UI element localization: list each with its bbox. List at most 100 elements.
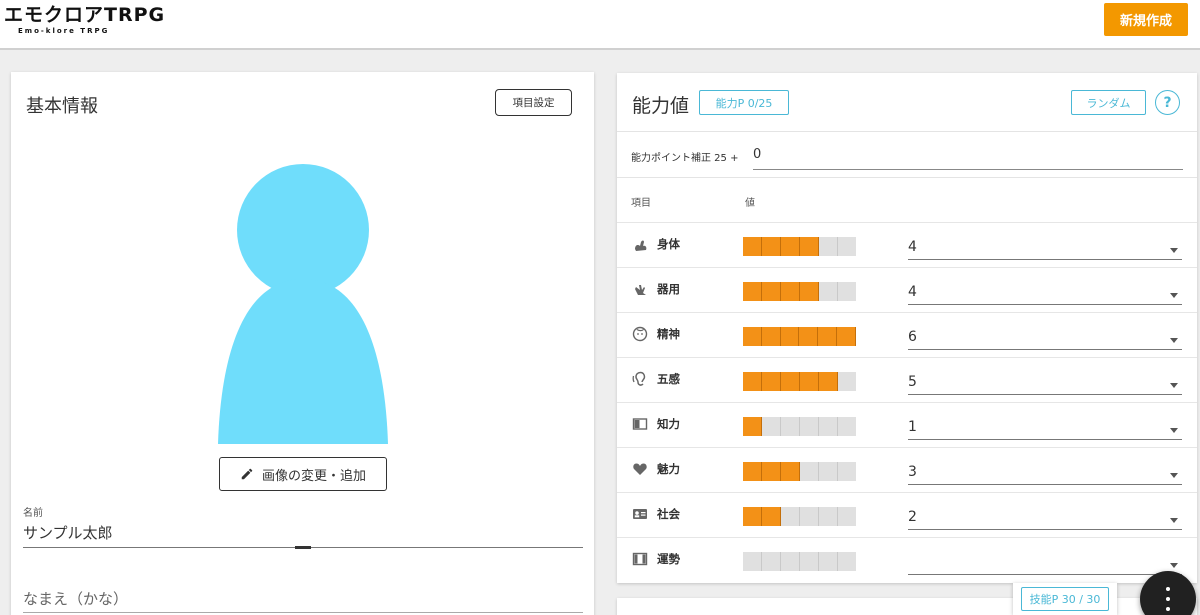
correction-divider	[617, 177, 1197, 178]
name-field[interactable]: サンプル太郎	[23, 522, 113, 543]
level-segment-filled	[800, 372, 819, 391]
ability-level-bar	[743, 372, 856, 391]
correction-label: 能力ポイント補正 25 +	[631, 153, 739, 164]
ability-value-select[interactable]: 5	[908, 373, 1182, 395]
face-icon	[632, 326, 648, 342]
dropdown-arrow-icon	[1170, 248, 1178, 253]
ability-points-badge: 能力P 0/25	[699, 90, 789, 115]
dropdown-arrow-icon	[1170, 383, 1178, 388]
level-segment-filled	[781, 237, 800, 256]
ability-level-bar	[743, 417, 856, 436]
help-button[interactable]: ?	[1155, 90, 1180, 115]
ability-row: 魅力 3	[617, 447, 1197, 492]
level-segment-filled	[800, 237, 819, 256]
ability-value-select[interactable]: 3	[908, 463, 1182, 485]
dice-icon	[632, 552, 648, 566]
app-logo[interactable]: エモクロアTRPG Emo-klore TRPG	[4, 3, 165, 36]
ability-value-select[interactable]: 4	[908, 283, 1182, 305]
ability-value: 3	[908, 464, 917, 480]
ability-value-select[interactable]: 1	[908, 418, 1182, 440]
level-segment-filled	[762, 462, 781, 481]
ability-level-bar	[743, 507, 856, 526]
level-segment-filled	[743, 282, 762, 301]
level-segment-filled	[761, 327, 781, 346]
hand-icon	[635, 285, 646, 295]
level-segment-empty	[838, 372, 856, 391]
item-settings-button[interactable]: 項目設定	[495, 89, 572, 116]
random-button[interactable]: ランダム	[1071, 90, 1146, 115]
ability-name: 器用	[657, 282, 680, 296]
ability-level-bar	[743, 237, 856, 256]
ability-name: 五感	[657, 372, 680, 386]
level-segment-filled	[818, 327, 838, 346]
arm-icon	[635, 240, 647, 251]
kana-field-underline	[23, 612, 583, 613]
level-segment-empty	[762, 417, 781, 436]
ability-row: 五感 5	[617, 357, 1197, 402]
kana-name-field[interactable]: なまえ（かな）	[23, 588, 128, 609]
level-segment-filled	[743, 327, 762, 346]
dropdown-arrow-icon	[1170, 563, 1178, 568]
level-segment-empty	[781, 507, 800, 526]
fab-dot	[1166, 597, 1170, 601]
change-image-label: 画像の変更・追加	[261, 468, 366, 484]
level-segment-empty	[838, 462, 856, 481]
logo-sub-text: Emo-klore TRPG	[18, 27, 110, 35]
abilities-title: 能力値	[632, 95, 690, 117]
logo-main-text: エモクロアTRPG	[4, 4, 166, 26]
ability-value: 1	[908, 419, 917, 435]
abilities-card: 能力値 能力P 0/25 ランダム ? 能力ポイント補正 25 + 0 項目 値…	[617, 73, 1197, 583]
level-segment-empty	[819, 507, 838, 526]
level-segment-empty	[838, 552, 856, 571]
level-segment-filled	[743, 462, 762, 481]
level-segment-empty	[800, 507, 819, 526]
level-segment-empty	[781, 417, 800, 436]
level-segment-filled	[743, 237, 762, 256]
ability-value-select[interactable]: 4	[908, 238, 1182, 260]
level-segment-empty	[819, 462, 838, 481]
dropdown-arrow-icon	[1170, 473, 1178, 478]
dropdown-arrow-icon	[1170, 428, 1178, 433]
level-segment-filled	[800, 282, 819, 301]
level-segment-filled	[837, 327, 856, 346]
level-segment-filled	[781, 462, 800, 481]
ability-row: 器用 4	[617, 267, 1197, 312]
level-segment-filled	[780, 327, 800, 346]
ability-value: 2	[908, 509, 917, 525]
ability-name: 精神	[657, 327, 680, 341]
ability-name: 身体	[657, 237, 680, 251]
fab-dot	[1166, 587, 1170, 591]
dropdown-arrow-icon	[1170, 518, 1178, 523]
ability-value-select[interactable]	[908, 553, 1182, 575]
heart-icon	[633, 463, 647, 475]
level-segment-filled	[743, 507, 762, 526]
level-segment-empty	[819, 417, 838, 436]
pencil-icon	[241, 468, 253, 480]
level-segment-empty	[800, 552, 819, 571]
level-segment-empty	[743, 552, 762, 571]
ability-value-select[interactable]: 6	[908, 328, 1182, 350]
abilities-header-divider	[617, 131, 1197, 132]
ability-row: 社会 2	[617, 492, 1197, 537]
level-segment-empty	[819, 282, 838, 301]
new-character-button[interactable]: 新規作成	[1104, 3, 1188, 36]
ear-icon	[632, 371, 646, 386]
level-segment-empty	[838, 237, 856, 256]
level-segment-empty	[762, 552, 781, 571]
ability-row: 身体 4	[617, 222, 1197, 267]
correction-input[interactable]: 0	[753, 147, 761, 162]
change-image-button[interactable]: 画像の変更・追加	[219, 457, 387, 491]
column-header-value: 値	[745, 198, 755, 209]
ability-value: 4	[908, 239, 917, 255]
level-segment-filled	[819, 372, 838, 391]
level-segment-filled	[781, 372, 800, 391]
level-segment-filled	[781, 282, 800, 301]
ability-value: 4	[908, 284, 917, 300]
level-segment-empty	[819, 237, 838, 256]
book-icon	[632, 418, 648, 430]
avatar-head	[237, 164, 369, 296]
level-segment-empty	[838, 417, 856, 436]
avatar-placeholder[interactable]	[216, 164, 390, 444]
ability-value-select[interactable]: 2	[908, 508, 1182, 530]
level-segment-filled	[762, 237, 781, 256]
